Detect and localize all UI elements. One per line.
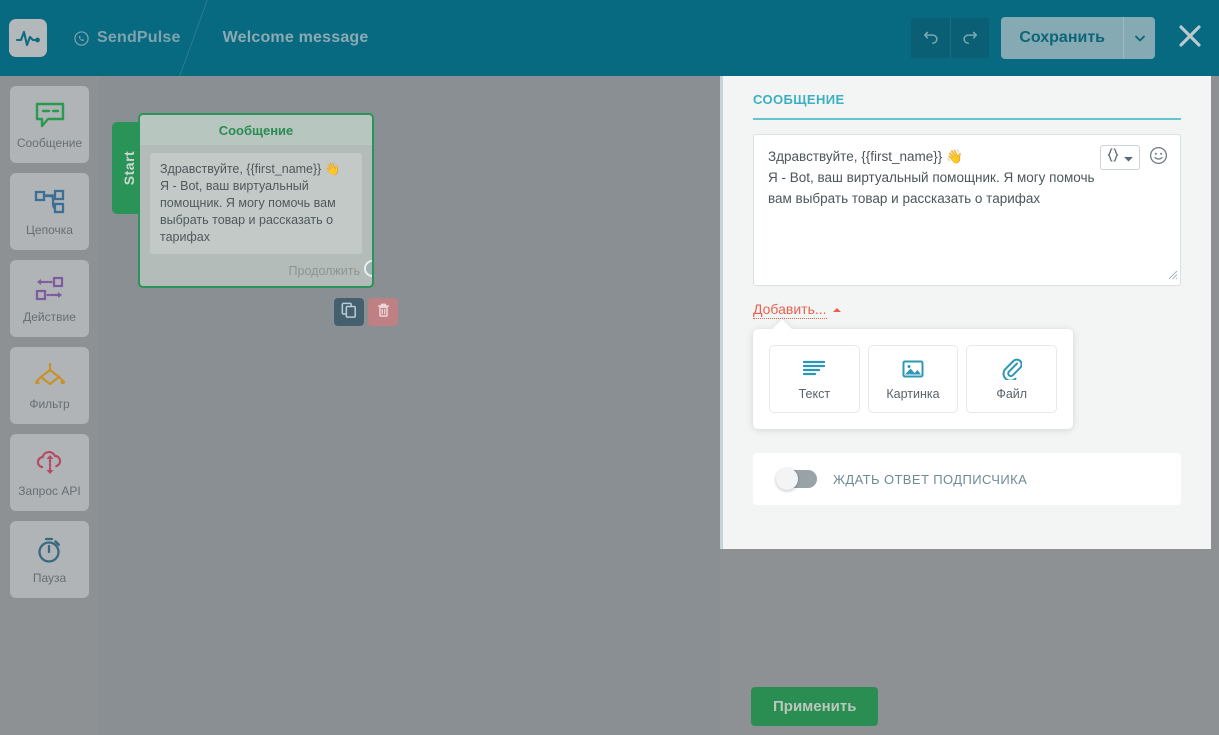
flow-canvas[interactable]: Start Сообщение Здравствуйте, {{first_na… xyxy=(99,76,720,735)
save-button[interactable]: Сохранить xyxy=(1001,17,1123,59)
add-content-link[interactable]: Добавить... xyxy=(753,301,827,319)
add-file-option[interactable]: Файл xyxy=(966,345,1058,413)
sidebar-item-label: Действие xyxy=(23,310,76,324)
message-node-body: Здравствуйте, {{first_name}} 👋 Я - Bot, … xyxy=(140,145,372,258)
sidebar-item-label: Пауза xyxy=(32,571,67,585)
sidebar-item-action[interactable]: Действие xyxy=(10,260,89,337)
trash-icon xyxy=(376,302,391,323)
api-cloud-icon xyxy=(34,447,66,479)
whatsapp-icon xyxy=(74,30,89,46)
sidebar-item-filter[interactable]: Фильтр xyxy=(10,347,89,424)
wait-for-reply-card: ЖДАТЬ ОТВЕТ ПОДПИСЧИКА xyxy=(753,453,1181,505)
sidebar-item-pause[interactable]: Пауза xyxy=(10,521,89,598)
duplicate-icon xyxy=(341,302,357,323)
add-image-option[interactable]: Картинка xyxy=(867,345,959,413)
sidebar-item-api-request[interactable]: Запрос API xyxy=(10,434,89,511)
message-node-bubble: Здравствуйте, {{first_name}} 👋 Я - Bot, … xyxy=(150,153,362,254)
add-option-label: Текст xyxy=(798,387,831,401)
text-lines-icon xyxy=(802,357,826,381)
emoji-picker-button[interactable] xyxy=(1149,146,1168,170)
add-content-menu: Текст Картинка Файл xyxy=(753,329,1073,429)
sidebar-item-label: Запрос API xyxy=(18,484,81,498)
sidebar-item-label: Фильтр xyxy=(29,397,70,411)
sidebar-item-label: Цепочка xyxy=(26,223,73,237)
output-connector-dot[interactable] xyxy=(364,260,372,277)
resize-grip-icon[interactable] xyxy=(1168,270,1178,283)
save-dropdown-toggle[interactable] xyxy=(1123,17,1155,59)
start-tab-label: Start xyxy=(121,150,137,186)
wait-for-reply-toggle[interactable] xyxy=(776,468,817,490)
message-input[interactable]: Здравствуйте, {{first_name}} 👋 Я - Bot, … xyxy=(768,146,1098,209)
page-title: Welcome message xyxy=(222,29,369,46)
redo-arrow-icon xyxy=(961,27,979,50)
message-node-footer: Продолжить xyxy=(140,258,372,286)
header-actions: Сохранить xyxy=(911,17,1219,59)
curly-braces-icon xyxy=(1107,148,1119,167)
node-action-buttons xyxy=(334,298,398,326)
top-header: SendPulse Welcome message Сохранить xyxy=(0,0,1219,76)
variable-dropdown-button[interactable] xyxy=(1100,145,1140,170)
brand-breadcrumb[interactable]: SendPulse xyxy=(74,29,181,47)
save-button-group: Сохранить xyxy=(1001,17,1155,59)
chevron-up-icon xyxy=(832,305,842,315)
sidebar-item-message[interactable]: Сообщение xyxy=(10,86,89,163)
add-content-row[interactable]: Добавить... xyxy=(753,301,1181,319)
chevron-down-icon xyxy=(1134,29,1145,47)
image-picture-icon xyxy=(902,357,924,381)
duplicate-node-button[interactable] xyxy=(334,298,364,326)
wait-for-reply-label: ЖДАТЬ ОТВЕТ ПОДПИСЧИКА xyxy=(833,471,1028,487)
message-node-card[interactable]: Сообщение Здравствуйте, {{first_name}} 👋… xyxy=(138,113,374,288)
panel-title: СООБЩЕНИЕ xyxy=(753,92,1181,120)
message-editor[interactable]: Здравствуйте, {{first_name}} 👋 Я - Bot, … xyxy=(753,134,1181,286)
app-root: SendPulse Welcome message Сохранить Сооб… xyxy=(0,0,1219,735)
smiley-face-icon xyxy=(1149,146,1168,170)
action-arrows-icon xyxy=(33,273,67,305)
add-option-label: Файл xyxy=(996,387,1028,401)
close-x-icon xyxy=(1177,23,1203,54)
flow-nodes-icon xyxy=(33,186,67,218)
message-settings-panel: СООБЩЕНИЕ Здравствуйте, {{first_name}} 👋… xyxy=(720,76,1211,549)
filter-diamond-icon xyxy=(32,360,68,392)
paperclip-icon xyxy=(1002,357,1022,381)
stopwatch-icon xyxy=(35,534,65,566)
blocks-toolbar: Сообщение Цепочка Действие Фильтр Запрос… xyxy=(0,76,99,735)
message-node-title: Сообщение xyxy=(140,115,372,145)
brand-label: SendPulse xyxy=(97,29,181,46)
toggle-knob xyxy=(776,468,798,490)
chevron-down-icon xyxy=(1124,149,1133,167)
undo-button[interactable] xyxy=(911,18,951,58)
delete-node-button[interactable] xyxy=(368,298,398,326)
add-text-option[interactable]: Текст xyxy=(769,345,860,413)
add-option-label: Картинка xyxy=(886,387,940,401)
speech-bubble-icon xyxy=(34,99,66,131)
pulse-logo-icon[interactable] xyxy=(9,19,47,57)
sidebar-item-flow[interactable]: Цепочка xyxy=(10,173,89,250)
breadcrumb-separator xyxy=(181,0,223,76)
redo-button[interactable] xyxy=(950,18,990,58)
apply-button[interactable]: Применить xyxy=(751,687,879,726)
continue-label: Продолжить xyxy=(288,264,360,278)
undo-arrow-icon xyxy=(922,27,940,50)
sidebar-item-label: Сообщение xyxy=(16,136,83,150)
editor-tools xyxy=(1100,145,1168,170)
close-button[interactable] xyxy=(1175,23,1205,53)
